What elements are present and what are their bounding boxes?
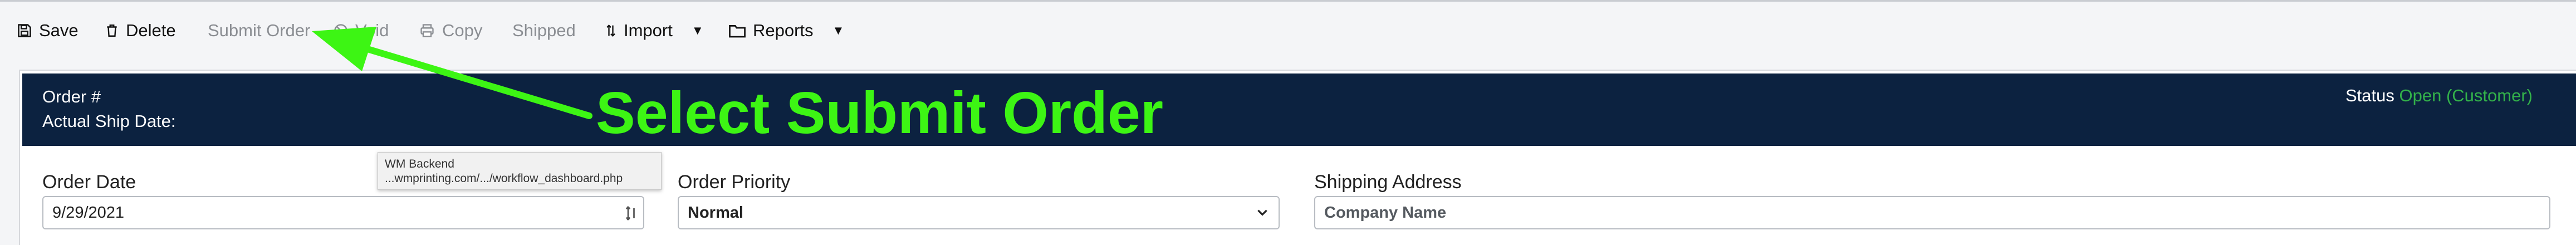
annotation-arrow: [312, 27, 592, 119]
annotation-label: Select Submit Order: [596, 80, 1164, 146]
